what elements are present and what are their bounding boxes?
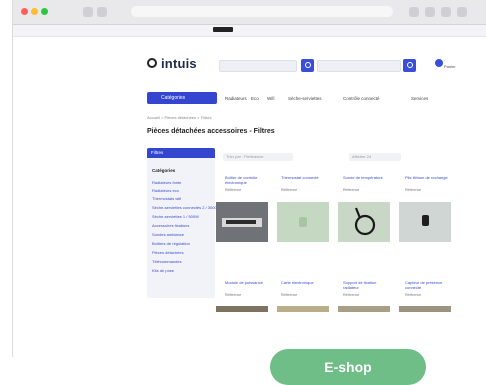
filter-item[interactable]: Radiateurs eco [152,188,179,193]
forward-icon[interactable] [97,7,107,17]
product-ref: Référence [405,293,422,297]
product-image[interactable] [399,202,451,242]
product-name[interactable]: Carte électronique [281,280,329,285]
search-input[interactable] [219,60,297,72]
product-name[interactable]: Support de fixation radiateur [343,280,391,290]
nav-item-controle[interactable]: Contrôle connecté [343,96,380,101]
product-ref: Référence [405,188,422,192]
cart-icon[interactable] [435,59,443,67]
product-name[interactable]: Pile lithium de rechange [405,175,453,180]
nav-item-radiateurs[interactable]: Radiateurs [225,96,247,101]
product-ref: Référence [343,293,360,297]
product-image[interactable] [216,202,268,242]
product-image[interactable] [399,306,451,312]
nav-item-services[interactable]: Services [411,96,428,101]
cart-label[interactable]: Panier [444,64,456,69]
tabs-overview-icon[interactable] [441,7,451,17]
filter-item[interactable]: Radiateurs fonte [152,180,181,185]
filter-item[interactable]: Thermostats wifi [152,196,181,201]
minimize-window-button[interactable] [31,8,38,15]
page-title: Pièces détachées accessoires - Filtres [147,128,275,135]
filter-item[interactable]: Boîtiers de régulation [152,241,190,246]
nav-item-wifi[interactable]: Wifi [267,96,275,101]
product-ref: Référence [343,188,360,192]
sort-select[interactable]: Trier par : Pertinence [223,153,293,161]
categories-button[interactable]: Catégories [147,92,217,104]
browser-window: intuis Panier Catégories Radiateurs Eco … [12,0,486,357]
search-button[interactable] [301,59,314,72]
product-ref: Référence [281,293,298,297]
site-logo[interactable]: intuis [161,56,197,71]
per-page-select[interactable]: Afficher 24 [349,153,401,161]
maximize-window-button[interactable] [41,8,48,15]
filter-item[interactable]: Télécommandes [152,259,182,264]
product-name[interactable]: Sonde de température [343,175,391,180]
product-image[interactable] [277,306,329,312]
extensions-icon[interactable] [457,7,467,17]
filter-item[interactable]: Sèche-serviettes 1 / 500W [152,214,199,219]
product-image[interactable] [277,202,329,242]
eshop-button[interactable]: E-shop [270,349,426,385]
filter-item[interactable]: Accessoires fixations [152,223,189,228]
product-image[interactable] [216,306,268,312]
product-ref: Référence [225,188,242,192]
address-bar[interactable] [131,6,393,17]
share-icon[interactable] [409,7,419,17]
product-image-row2 [216,306,482,312]
product-image[interactable] [338,306,390,312]
new-tab-icon[interactable] [425,7,435,17]
top-info-strip [13,25,486,37]
close-window-button[interactable] [21,8,28,15]
product-ref: Référence [225,293,242,297]
filter-item[interactable]: Pièces détachées [152,250,184,255]
filter-item[interactable]: Sondes ambiance [152,232,184,237]
filter-item[interactable]: Kits de pose [152,268,174,273]
breadcrumb[interactable]: Accueil > Pièces détachées > Filtres [147,115,211,120]
filter-item[interactable]: Sèche-serviettes connectés 2 / 3000W [152,205,220,210]
secondary-search-input[interactable] [317,60,401,72]
secondary-search-button[interactable] [403,59,416,72]
nav-item-seche-serviettes[interactable]: Sèche-serviettes [288,96,322,101]
nav-item-eco[interactable]: Eco [251,96,259,101]
product-name[interactable]: Module de puissance [225,280,273,285]
product-image[interactable] [338,202,390,242]
product-name[interactable]: Boîtier de contrôle électronique [225,175,273,185]
product-name[interactable]: Capteur de présence connecté [405,280,453,290]
filter-header[interactable]: Filtres [147,148,215,158]
filter-sidebar: Filtres Catégories Radiateurs fonte Radi… [147,148,220,298]
product-name[interactable]: Thermostat connecté [281,175,329,180]
filter-title: Catégories [152,168,176,173]
logo-icon [147,58,157,68]
product-ref: Référence [281,188,298,192]
browser-toolbar [13,0,486,25]
promo-badge[interactable] [213,27,233,32]
back-icon[interactable] [83,7,93,17]
